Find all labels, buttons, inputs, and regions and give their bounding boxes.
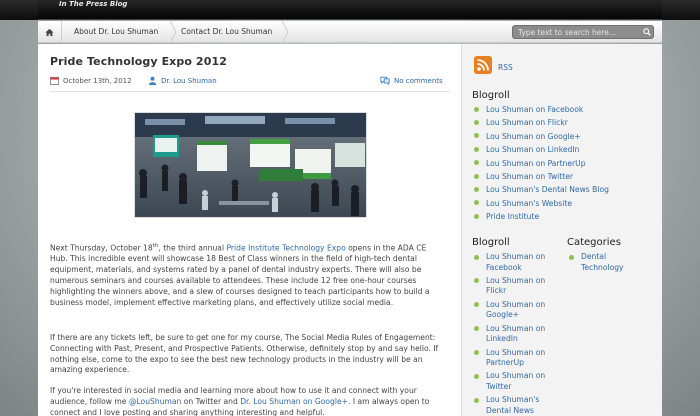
- nav-contact-link[interactable]: Contact Dr. Lou Shuman: [181, 21, 272, 43]
- blogroll-2-heading: Blogroll: [472, 237, 510, 248]
- post-paragraph-3: If you're interested in social media and…: [50, 386, 446, 416]
- blogroll-item[interactable]: Lou Shuman on PartnerUp: [472, 157, 609, 170]
- home-icon: [45, 28, 54, 36]
- meta-divider: [50, 91, 450, 92]
- blogroll-list: Lou Shuman on Facebook Lou Shuman on Fli…: [472, 103, 609, 224]
- site-header: [38, 0, 662, 20]
- search-box: [512, 25, 654, 39]
- blogroll-item[interactable]: Lou Shuman on Flickr: [472, 116, 609, 129]
- main-container: Pride Technology Expo 2012 October 13th,…: [38, 44, 662, 416]
- blogroll-item[interactable]: Lou Shuman's Dental News Blog: [472, 183, 609, 196]
- blogroll-2-item[interactable]: Lou Shuman on LinkedIn: [472, 324, 564, 345]
- comment-icon: [380, 76, 390, 85]
- expo-photo: [134, 112, 367, 218]
- blogroll-item[interactable]: Lou Shuman on Facebook: [472, 103, 609, 116]
- calendar-icon: [50, 76, 59, 85]
- rss-feed[interactable]: RSS: [474, 56, 513, 74]
- p1-text-start: Next Thursday, October 18: [50, 243, 153, 253]
- pride-expo-link[interactable]: Pride Institute Technology Expo: [226, 244, 345, 253]
- blogroll-2-item[interactable]: Lou Shuman on Flickr: [472, 276, 564, 297]
- post-date-text: October 13th, 2012: [63, 76, 132, 85]
- p3-text-mid: on Twitter and: [181, 396, 241, 406]
- blogroll-item[interactable]: Lou Shuman's Website: [472, 197, 609, 210]
- expo-photo-illustration: [135, 113, 366, 217]
- blogroll-item[interactable]: Pride Institute: [472, 210, 609, 223]
- nav-about-link[interactable]: About Dr. Lou Shuman: [74, 21, 158, 43]
- categories-heading: Categories: [567, 237, 621, 248]
- p1-text-mid: , the third annual: [158, 243, 227, 253]
- rss-label[interactable]: RSS: [498, 63, 513, 72]
- post-date: October 13th, 2012: [50, 76, 132, 85]
- blogroll-heading: Blogroll: [472, 90, 510, 101]
- blogroll-item[interactable]: Lou Shuman on Google+: [472, 130, 609, 143]
- post-author-link[interactable]: Dr. Lou Shuman: [161, 77, 217, 85]
- post-paragraph-1: Next Thursday, October 18th, the third a…: [50, 241, 446, 308]
- nav-separator: [281, 21, 289, 43]
- blogroll-2-list: Lou Shuman on Facebook Lou Shuman on Fli…: [472, 252, 564, 416]
- post-comments: No comments: [380, 76, 443, 85]
- post-comments-link[interactable]: No comments: [394, 77, 443, 85]
- blogroll-2-item[interactable]: Lou Shuman on Facebook: [472, 252, 564, 273]
- rss-icon: [474, 56, 492, 74]
- post-author: Dr. Lou Shuman: [148, 76, 217, 85]
- categories-list: Dental Technology: [567, 252, 647, 276]
- blogroll-2-item[interactable]: Lou Shuman on PartnerUp: [472, 348, 564, 369]
- blogroll-item[interactable]: Lou Shuman on LinkedIn: [472, 143, 609, 156]
- main-navigation: About Dr. Lou Shuman Contact Dr. Lou Shu…: [38, 21, 662, 43]
- nav-separator: [169, 21, 177, 43]
- post-meta: October 13th, 2012 Dr. Lou Shuman No com…: [50, 76, 450, 88]
- blogroll-2-item[interactable]: Lou Shuman's Dental News: [472, 395, 564, 416]
- google-plus-link[interactable]: Dr. Lou Shuman on Google+: [240, 397, 348, 406]
- home-button[interactable]: [38, 21, 62, 43]
- post-content: Pride Technology Expo 2012 October 13th,…: [50, 44, 450, 416]
- blogroll-item[interactable]: Lou Shuman on Twitter: [472, 170, 609, 183]
- twitter-handle-link[interactable]: @LouShuman: [129, 397, 181, 406]
- search-input[interactable]: [513, 26, 640, 38]
- search-icon: [642, 28, 651, 36]
- blogroll-2-item[interactable]: Lou Shuman on Google+: [472, 300, 564, 321]
- post-paragraph-2: If there are any tickets left, be sure t…: [50, 333, 439, 375]
- blogroll-2-item[interactable]: Lou Shuman on Twitter: [472, 371, 564, 392]
- search-button[interactable]: [640, 26, 653, 38]
- post-title[interactable]: Pride Technology Expo 2012: [50, 55, 227, 68]
- sidebar: RSS Blogroll Lou Shuman on Facebook Lou …: [461, 44, 662, 416]
- site-tagline: In The Press Blog: [59, 0, 128, 8]
- user-icon: [148, 76, 157, 85]
- category-item[interactable]: Dental Technology: [567, 252, 647, 273]
